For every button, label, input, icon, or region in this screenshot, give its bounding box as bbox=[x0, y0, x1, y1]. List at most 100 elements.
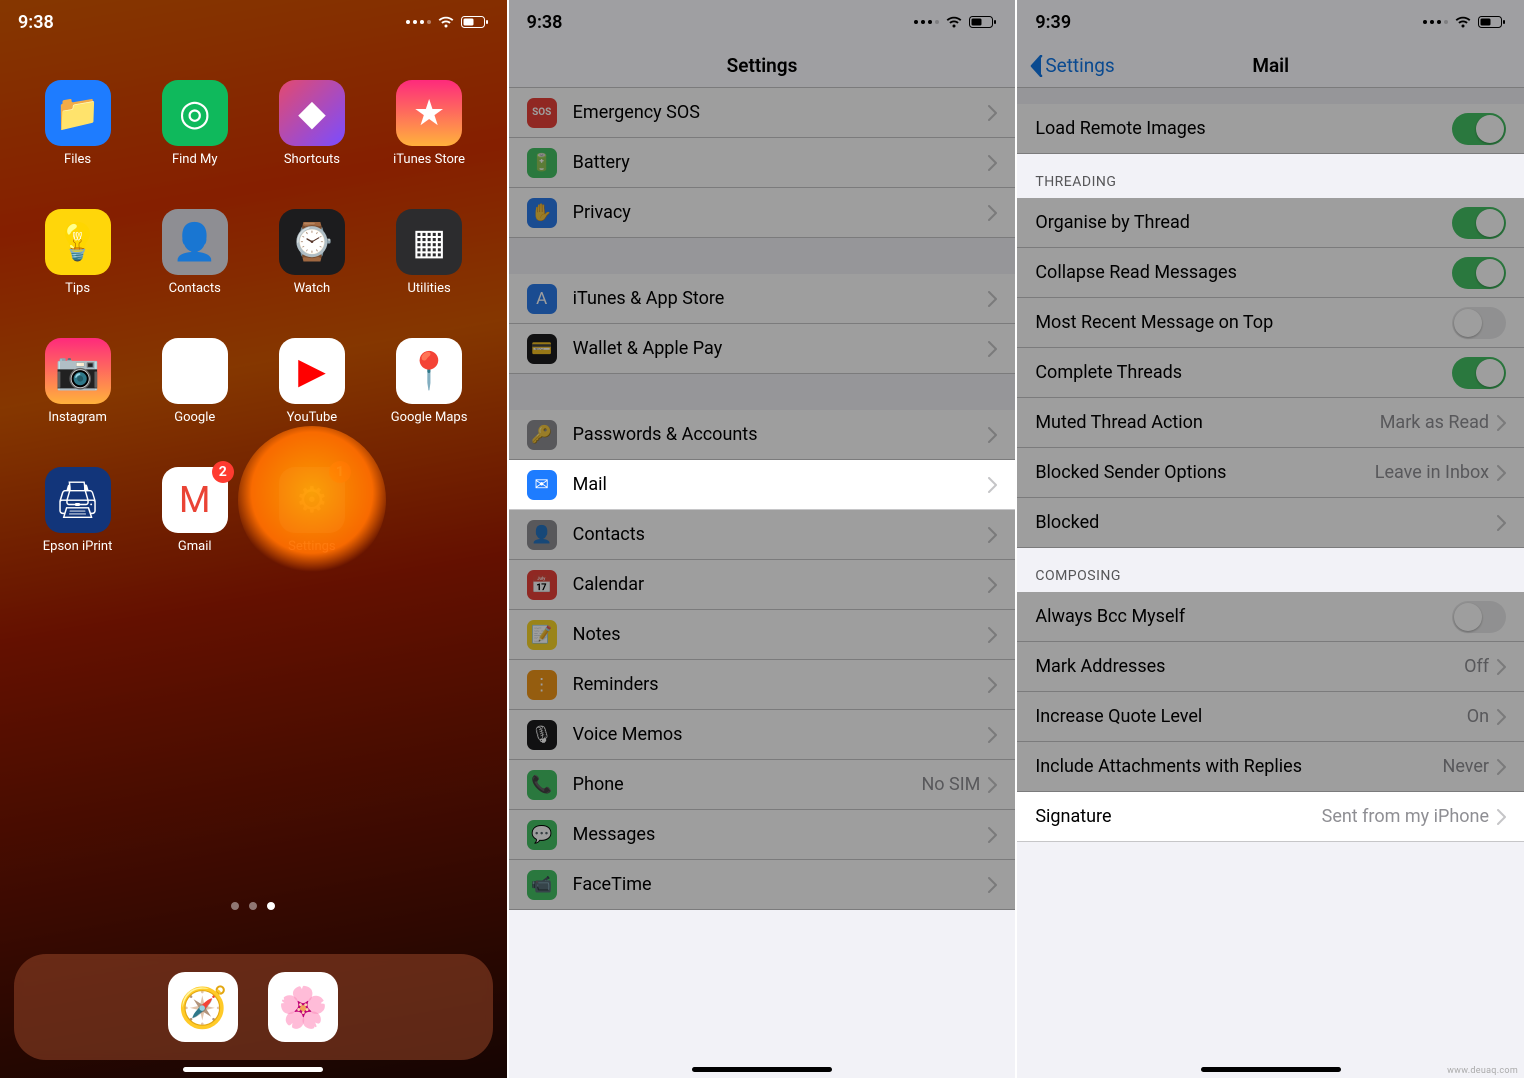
row-label: Collapse Read Messages bbox=[1035, 262, 1452, 283]
mail-row-organise-by-thread[interactable]: Organise by Thread bbox=[1017, 198, 1524, 248]
toggle[interactable] bbox=[1452, 601, 1506, 633]
app-icon: M2 bbox=[162, 467, 228, 533]
home-indicator bbox=[183, 1067, 323, 1072]
app-files[interactable]: 📁Files bbox=[24, 80, 131, 167]
app-itunes-store[interactable]: ★iTunes Store bbox=[376, 80, 483, 167]
settings-row-mail[interactable]: ✉Mail bbox=[509, 460, 1016, 510]
chevron-right-icon bbox=[988, 777, 997, 793]
settings-row-emergency-sos[interactable]: SOSEmergency SOS bbox=[509, 88, 1016, 138]
row-label: Privacy bbox=[573, 202, 989, 223]
app-icon: 💡 bbox=[45, 209, 111, 275]
battery-icon bbox=[1478, 15, 1506, 29]
mail-row-include-attachments-with-replies[interactable]: Include Attachments with RepliesNever bbox=[1017, 742, 1524, 792]
app-contacts[interactable]: 👤Contacts bbox=[141, 209, 248, 296]
settings-row-voice-memos[interactable]: 🎙Voice Memos bbox=[509, 710, 1016, 760]
mail-row-increase-quote-level[interactable]: Increase Quote LevelOn bbox=[1017, 692, 1524, 742]
chevron-right-icon bbox=[988, 577, 997, 593]
mail-row-blocked[interactable]: Blocked bbox=[1017, 498, 1524, 548]
app-shortcuts[interactable]: ◆Shortcuts bbox=[258, 80, 365, 167]
app-icon: 👤 bbox=[162, 209, 228, 275]
app-watch[interactable]: ⌚ Watch bbox=[258, 209, 365, 296]
dock-app-photos[interactable]: 🌸 bbox=[268, 972, 338, 1042]
toggle[interactable] bbox=[1452, 357, 1506, 389]
settings-row-privacy[interactable]: ✋ Privacy bbox=[509, 188, 1016, 238]
mail-row-collapse-read-messages[interactable]: Collapse Read Messages bbox=[1017, 248, 1524, 298]
status-time: 9:39 bbox=[1035, 12, 1071, 33]
row-label: Most Recent Message on Top bbox=[1035, 312, 1452, 333]
app-youtube[interactable]: ▶YouTube bbox=[258, 338, 365, 425]
app-google-maps[interactable]: 📍Google Maps bbox=[376, 338, 483, 425]
signal-icon bbox=[1423, 20, 1448, 24]
group-gap bbox=[509, 374, 1016, 410]
settings-row-facetime[interactable]: 📹FaceTime bbox=[509, 860, 1016, 910]
app-label: Instagram bbox=[48, 410, 107, 425]
row-icon: SOS bbox=[527, 98, 557, 128]
toggle[interactable] bbox=[1452, 307, 1506, 339]
settings-row-itunes-app-store[interactable]: AiTunes & App Store bbox=[509, 274, 1016, 324]
app-instagram[interactable]: 📷Instagram bbox=[24, 338, 131, 425]
app-label: iTunes Store bbox=[393, 152, 465, 167]
row-label: Contacts bbox=[573, 524, 989, 545]
wifi-icon bbox=[1454, 15, 1472, 29]
mail-row-blocked-sender-options[interactable]: Blocked Sender OptionsLeave in Inbox bbox=[1017, 448, 1524, 498]
app-icon: ▦ bbox=[396, 209, 462, 275]
app-utilities[interactable]: ▦Utilities bbox=[376, 209, 483, 296]
home-indicator bbox=[692, 1067, 832, 1072]
row-icon: ✋ bbox=[527, 198, 557, 228]
row-icon: 👤 bbox=[527, 520, 557, 550]
app-settings[interactable]: ⚙1Settings bbox=[258, 467, 365, 554]
group-gap bbox=[509, 238, 1016, 274]
row-icon: 📝 bbox=[527, 620, 557, 650]
wifi-icon bbox=[945, 15, 963, 29]
mail-row-most-recent-message-on-top[interactable]: Most Recent Message on Top bbox=[1017, 298, 1524, 348]
mail-row-always-bcc-myself[interactable]: Always Bcc Myself bbox=[1017, 592, 1524, 642]
battery-icon bbox=[969, 15, 997, 29]
settings-row-passwords-accounts[interactable]: 🔑Passwords & Accounts bbox=[509, 410, 1016, 460]
dock-app-safari[interactable]: 🧭 bbox=[168, 972, 238, 1042]
mail-settings-screen: 9:39 Settings Mail Load Remote ImagesTHR… bbox=[1017, 0, 1524, 1078]
row-label: Always Bcc Myself bbox=[1035, 606, 1452, 627]
row-detail: Never bbox=[1442, 756, 1489, 777]
signal-icon bbox=[914, 20, 939, 24]
settings-row-contacts[interactable]: 👤 Contacts bbox=[509, 510, 1016, 560]
chevron-right-icon bbox=[1497, 759, 1506, 775]
chevron-right-icon bbox=[988, 427, 997, 443]
section-header: COMPOSING bbox=[1017, 548, 1524, 592]
settings-row-wallet-apple-pay[interactable]: 💳Wallet & Apple Pay bbox=[509, 324, 1016, 374]
settings-row-calendar[interactable]: 📅Calendar bbox=[509, 560, 1016, 610]
status-right bbox=[1423, 15, 1506, 29]
app-find-my[interactable]: ◎Find My bbox=[141, 80, 248, 167]
app-google[interactable]: GGoogle bbox=[141, 338, 248, 425]
row-icon: 📹 bbox=[527, 870, 557, 900]
mail-settings-table: Load Remote ImagesTHREADINGOrganise by T… bbox=[1017, 88, 1524, 1078]
navbar-title: Settings bbox=[727, 54, 798, 77]
toggle[interactable] bbox=[1452, 113, 1506, 145]
back-button[interactable]: Settings bbox=[1029, 54, 1114, 77]
app-tips[interactable]: 💡Tips bbox=[24, 209, 131, 296]
wifi-icon bbox=[437, 15, 455, 29]
settings-row-notes[interactable]: 📝Notes bbox=[509, 610, 1016, 660]
mail-row-mark-addresses[interactable]: Mark AddressesOff bbox=[1017, 642, 1524, 692]
chevron-right-icon bbox=[1497, 809, 1506, 825]
settings-row-messages[interactable]: 💬Messages bbox=[509, 810, 1016, 860]
row-label: iTunes & App Store bbox=[573, 288, 989, 309]
app-icon: ⌚ bbox=[279, 209, 345, 275]
row-label: Calendar bbox=[573, 574, 989, 595]
mail-row-signature[interactable]: SignatureSent from my iPhone bbox=[1017, 792, 1524, 842]
row-icon: ⋮ bbox=[527, 670, 557, 700]
settings-row-phone[interactable]: 📞PhoneNo SIM bbox=[509, 760, 1016, 810]
home-indicator bbox=[1201, 1067, 1341, 1072]
app-epson-iprint[interactable]: 🖨Epson iPrint bbox=[24, 467, 131, 554]
toggle[interactable] bbox=[1452, 257, 1506, 289]
mail-row-load-remote-images[interactable]: Load Remote Images bbox=[1017, 104, 1524, 154]
status-bar: 9:38 bbox=[509, 0, 1016, 44]
settings-row-reminders[interactable]: ⋮Reminders bbox=[509, 660, 1016, 710]
app-gmail[interactable]: M2Gmail bbox=[141, 467, 248, 554]
chevron-right-icon bbox=[988, 477, 997, 493]
app-label: Watch bbox=[294, 281, 331, 296]
mail-row-complete-threads[interactable]: Complete Threads bbox=[1017, 348, 1524, 398]
toggle[interactable] bbox=[1452, 207, 1506, 239]
mail-row-muted-thread-action[interactable]: Muted Thread ActionMark as Read bbox=[1017, 398, 1524, 448]
settings-row-battery[interactable]: 🔋Battery bbox=[509, 138, 1016, 188]
row-label: Organise by Thread bbox=[1035, 212, 1452, 233]
